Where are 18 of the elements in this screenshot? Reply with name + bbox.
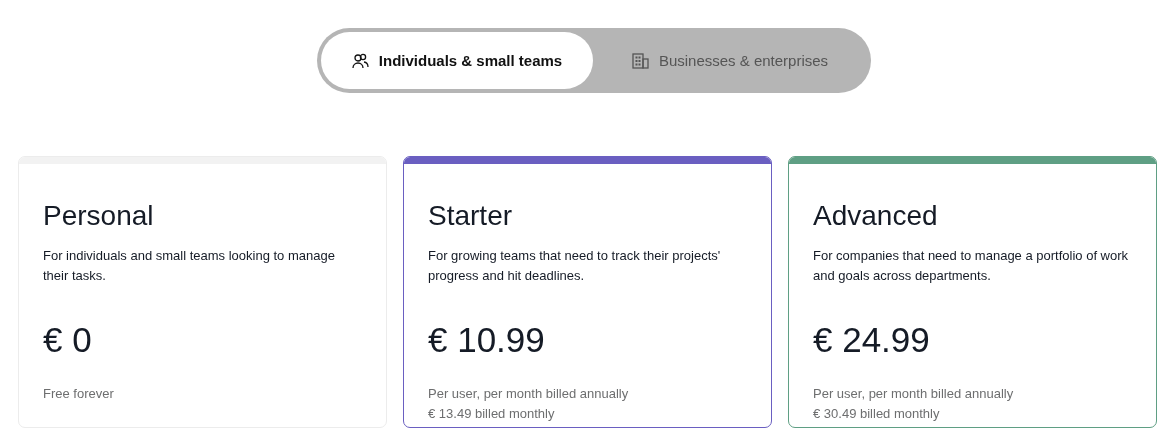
- plan-description: For growing teams that need to track their projects' progress and hit deadlines.: [428, 247, 722, 285]
- price-note: Per user, per month billed annually: [813, 385, 1015, 403]
- plan-description: For companies that need to manage a portfolio of work and goals across departments.: [813, 247, 1130, 285]
- building-icon: [630, 51, 649, 70]
- segment-tab[interactable]: Individuals & small teams: [320, 32, 593, 89]
- price-note: Free forever: [43, 385, 115, 403]
- plan-name: Advanced: [813, 199, 939, 233]
- plan-name: Starter: [428, 199, 514, 233]
- price-note: € 13.49 billed monthly: [428, 405, 556, 423]
- plan-name: Personal: [43, 199, 155, 233]
- plan-price: € 0: [43, 319, 93, 361]
- plan-description: For individuals and small teams looking to manage their tasks.: [43, 247, 336, 285]
- plan-price: € 24.99: [813, 319, 931, 361]
- plan-price: € 10.99: [428, 319, 546, 361]
- people-icon: [350, 51, 369, 70]
- price-note: € 30.49 billed monthly: [813, 405, 941, 423]
- segment-tab[interactable]: Businesses & enterprises: [592, 32, 867, 89]
- price-note: Per user, per month billed annually: [428, 385, 630, 403]
